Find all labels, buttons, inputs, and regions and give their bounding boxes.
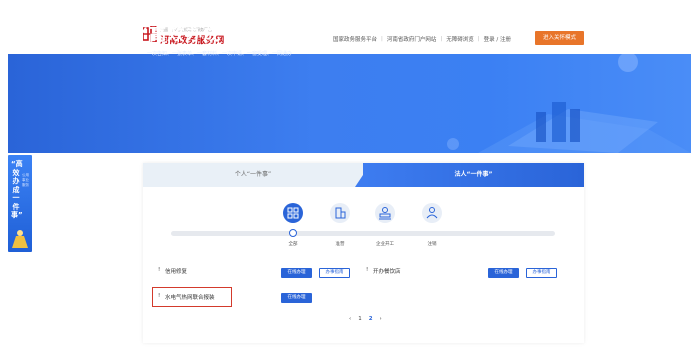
pager-prev-icon[interactable]: ‹ [349,316,351,322]
nav-separator: | [440,36,443,42]
category-label: 准营 [335,242,345,247]
guide-button[interactable]: 办事指南 [319,268,350,278]
online-apply-button[interactable]: 在线办理 [281,268,312,278]
hero-banner [8,54,691,153]
building-icon [335,207,346,219]
tab-personal[interactable]: 个人“一件事” [143,163,363,187]
nav-national-platform[interactable]: 国家政务服务平台 [333,35,377,43]
pagination: ‹ 1 2 › [349,316,382,322]
online-apply-button[interactable]: 在线办理 [281,293,312,303]
nav-login-register[interactable]: 登录 / 注册 [484,35,511,43]
banner-title: “高效办成一件事”专区 [137,25,324,45]
category-label: 注销 [427,242,437,247]
user-cancel-icon [426,207,438,219]
tab-legal[interactable]: 法人“一件事” [363,163,584,187]
grid-icon [287,207,299,219]
category-track [171,231,555,236]
item-label-credit-repair[interactable]: 信用修复 [165,267,187,275]
online-apply-button[interactable]: 在线办理 [488,268,519,278]
pager-page[interactable]: 1 [358,316,362,322]
item-label-restaurant[interactable]: 开办餐饮店 [373,267,401,275]
category-permit-button[interactable] [330,203,350,223]
category-label: 企业开工 [376,242,394,247]
side-float-decoration-icon [12,230,28,248]
nav-provincial-portal[interactable]: 河南省政府门户网站 [387,35,437,43]
pager-next-icon[interactable]: › [380,316,382,322]
banner-subtitle: 一次告知、一张表单、一套材料、一次申请、一窗受理、一网通办 [147,51,293,57]
stamp-icon [379,207,391,220]
item-bullet: ! [158,293,161,299]
nav-accessibility[interactable]: 无障碍浏览 [446,35,474,43]
item-bullet: ! [158,267,161,273]
side-float-small: 公用事业服务 [22,173,29,187]
nav-separator: | [477,36,480,42]
elder-mode-button[interactable]: 进入关怀模式 [535,31,584,45]
category-indicator [289,229,297,237]
category-cancel-button[interactable] [422,203,442,223]
side-float-title: “高效办成一件事” [11,160,23,219]
banner-illustration [447,54,691,153]
category-label: 全部 [288,242,298,247]
pager-page-current[interactable]: 2 [369,316,373,322]
category-start-button[interactable] [375,203,395,223]
category-all-button[interactable] [283,203,303,223]
nav-separator: | [381,36,383,42]
top-nav: 国家政务服务平台 | 河南省政府门户网站 | 无障碍浏览 | 登录 / 注册 [333,35,511,43]
guide-button[interactable]: 办事指南 [526,268,557,278]
site-header [0,0,699,54]
item-label-utility-install[interactable]: 水电气热网联合报装 [165,293,215,301]
item-bullet: ! [366,267,369,273]
